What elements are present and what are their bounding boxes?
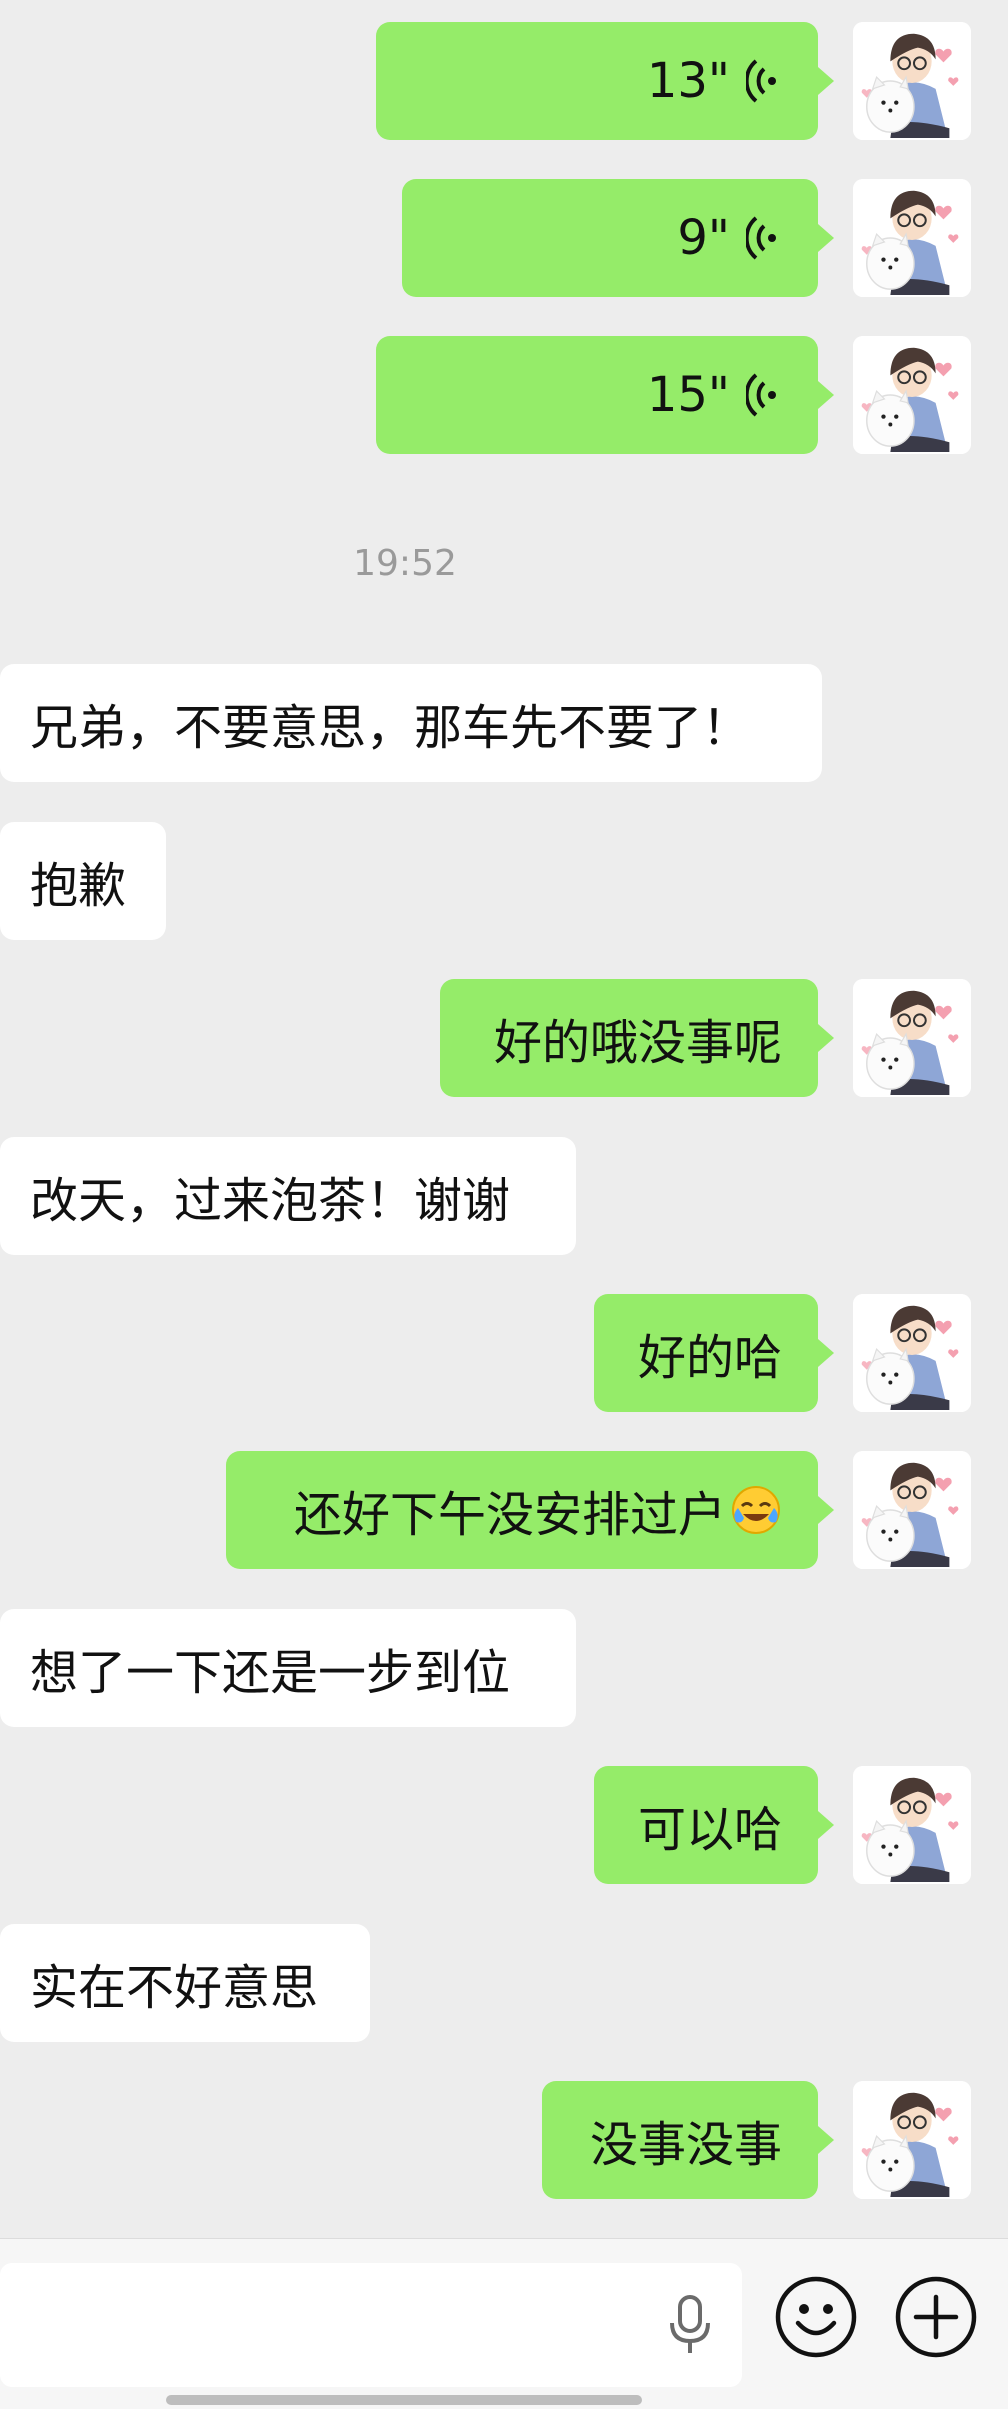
outgoing-message[interactable]: 还好下午没安排过户 [0,1451,1008,1569]
voice-wave-icon [746,373,776,417]
home-indicator[interactable] [166,2395,642,2405]
incoming-message[interactable]: 改天，过来泡茶！谢谢 [0,1137,576,1255]
outgoing-message[interactable]: 没事没事 [0,2081,1008,2199]
plus-icon[interactable] [894,2275,978,2359]
bubble-tail [818,2126,834,2154]
message-text: 可以哈 [637,1802,782,1858]
incoming-message[interactable]: 抱歉 [0,822,166,940]
voice-message[interactable]: 13" [0,22,1008,140]
bubble-tail [818,1811,834,1839]
voice-bubble[interactable]: 9" [402,179,818,297]
message-bubble[interactable]: 还好下午没安排过户 [226,1451,818,1569]
voice-duration: 15" [646,367,730,423]
voice-wave-icon [746,216,776,260]
message-text: 兄弟，不要意思，那车先不要了！ [30,700,751,756]
message-bubble[interactable]: 好的哦没事呢 [440,979,818,1097]
voice-message[interactable]: 9" [0,179,1008,297]
chat-input-bar [0,2238,1008,2409]
bubble-tail [818,1024,834,1052]
avatar[interactable] [853,1294,971,1412]
message-text: 想了一下还是一步到位 [30,1645,511,1701]
outgoing-message[interactable]: 可以哈 [0,1766,1008,1884]
voice-message[interactable]: 15" [0,336,1008,454]
avatar[interactable] [853,1766,971,1884]
voice-bubble[interactable]: 15" [376,336,818,454]
incoming-message[interactable]: 兄弟，不要意思，那车先不要了！ [0,664,822,782]
bubble-tail [818,381,834,409]
outgoing-message[interactable]: 好的哈 [0,1294,1008,1412]
avatar[interactable] [853,1451,971,1569]
incoming-message[interactable]: 想了一下还是一步到位 [0,1609,576,1727]
avatar[interactable] [853,179,971,297]
bubble-tail [818,67,834,95]
message-text: 没事没事 [589,2117,782,2173]
message-bubble[interactable]: 可以哈 [594,1766,818,1884]
message-text: 改天，过来泡茶！谢谢 [30,1173,511,1229]
voice-wave-icon [746,59,776,103]
message-bubble[interactable]: 好的哈 [594,1294,818,1412]
avatar[interactable] [853,2081,971,2199]
avatar[interactable] [853,979,971,1097]
message-text: 实在不好意思 [30,1960,319,2016]
message-input[interactable] [0,2263,742,2387]
voice-bubble[interactable]: 13" [376,22,818,140]
incoming-message[interactable]: 实在不好意思 [0,1924,370,2042]
bubble-tail [818,224,834,252]
message-text: 还好下午没安排过户 [293,1487,726,1543]
message-text: 抱歉 [30,858,127,914]
avatar[interactable] [853,336,971,454]
bubble-tail [818,1496,834,1524]
message-text: 好的哦没事呢 [493,1015,782,1071]
avatar[interactable] [853,22,971,140]
bubble-tail [818,1339,834,1367]
message-text: 好的哈 [637,1330,782,1386]
microphone-icon[interactable] [668,2293,712,2357]
message-bubble[interactable]: 没事没事 [542,2081,818,2199]
voice-duration: 9" [677,210,730,266]
smiley-face-icon[interactable] [774,2275,858,2359]
timestamp: 19:52 [353,543,457,584]
crying-laughing-emoji-icon [732,1486,780,1534]
voice-duration: 13" [646,53,730,109]
outgoing-message[interactable]: 好的哦没事呢 [0,979,1008,1097]
